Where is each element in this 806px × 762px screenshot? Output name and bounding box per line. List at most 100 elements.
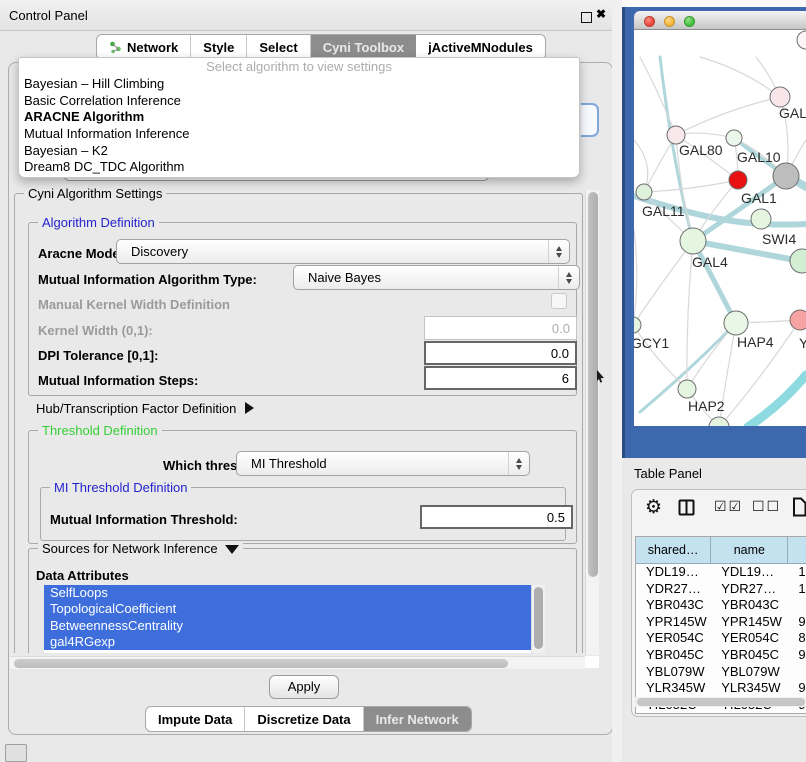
settings-horizontal-scrollbar[interactable]	[10, 656, 585, 669]
columns-icon[interactable]	[678, 499, 695, 519]
algorithm-option[interactable]: Mutual Information Inference	[19, 126, 579, 143]
algorithm-option[interactable]: Bayesian – K2	[19, 143, 579, 160]
dpi-tolerance-label: DPI Tolerance [0,1]:	[38, 348, 158, 363]
mi-steps-label: Mutual Information Steps:	[38, 373, 198, 388]
tab-network[interactable]: Network	[97, 35, 191, 59]
mi-threshold-field[interactable]: 0.5	[420, 505, 573, 529]
table-row[interactable]: YDR27…YDR27…12	[636, 581, 806, 598]
select-all-checkboxes-icon[interactable]: ☑☑	[714, 499, 743, 515]
manual-kernel-checkbox[interactable]	[551, 293, 567, 309]
dpi-tolerance-field[interactable]: 0.0	[424, 341, 577, 365]
sources-expander[interactable]: Sources for Network Inference	[38, 541, 243, 556]
node-label: HAP4	[737, 334, 774, 350]
table-row[interactable]: YPR145WYPR145W9.	[636, 614, 806, 631]
zoom-traffic-light-icon[interactable]	[684, 16, 695, 27]
tab-label: Style	[203, 40, 234, 55]
column-header-1[interactable]: name	[711, 537, 788, 563]
apply-button[interactable]: Apply	[269, 675, 339, 699]
network-node[interactable]	[678, 380, 696, 398]
network-edge[interactable]	[640, 57, 676, 135]
tab-label: Network	[127, 40, 178, 55]
network-window-titlebar[interactable]	[634, 11, 806, 30]
attributes-scrollbar[interactable]	[531, 585, 545, 653]
gear-icon[interactable]: ⚙	[645, 496, 662, 518]
bottom-left-panel-icon[interactable]	[5, 744, 27, 762]
network-node[interactable]	[770, 87, 790, 107]
network-node[interactable]	[726, 130, 742, 146]
table-cell: YLR345W	[636, 680, 711, 697]
tab-style[interactable]: Style	[191, 35, 247, 59]
column-header-2[interactable]: A	[788, 537, 806, 563]
tab-cyni-toolbox[interactable]: Cyni Toolbox	[311, 35, 416, 59]
algorithm-option[interactable]: ARACNE Algorithm	[19, 109, 579, 126]
table-horizontal-scrollbar[interactable]	[635, 697, 806, 707]
network-edge[interactable]	[700, 57, 780, 97]
attribute-list-item[interactable]: gal4RGexp	[44, 634, 545, 650]
document-icon[interactable]	[792, 497, 806, 520]
panel-divider[interactable]	[612, 0, 622, 762]
table-row[interactable]: YBL079WYBL079W	[636, 664, 806, 681]
aracne-mode-combo[interactable]: Discovery	[116, 239, 570, 264]
kernel-width-label: Kernel Width (0,1):	[38, 323, 153, 338]
network-node[interactable]	[751, 209, 771, 229]
mi-type-combo[interactable]: Naive Bayes	[293, 265, 580, 290]
table-row[interactable]: YDL19…YDL19…13	[636, 564, 806, 581]
kernel-width-field[interactable]: 0.0	[424, 316, 577, 340]
algorithm-option[interactable]: Dream8 DC_TDC Algorithm	[19, 159, 579, 176]
column-header-0[interactable]: shared…	[636, 537, 711, 563]
horizontal-scroll-thumb[interactable]	[14, 659, 508, 668]
table-row[interactable]: YBR043CYBR043C	[636, 597, 806, 614]
network-edge[interactable]	[634, 241, 693, 325]
node-label: GAL4	[692, 254, 728, 270]
mi-steps-field[interactable]: 6	[424, 366, 577, 390]
network-node[interactable]	[797, 31, 806, 49]
desktop-top-strip	[622, 0, 806, 7]
table-scroll-thumb[interactable]	[637, 698, 805, 706]
table-header-row: shared…nameA	[636, 537, 806, 564]
tab-infer-network[interactable]: Infer Network	[364, 707, 471, 731]
network-node[interactable]	[790, 310, 806, 330]
minimize-traffic-light-icon[interactable]	[664, 16, 675, 27]
mi-type-label: Mutual Information Algorithm Type:	[38, 272, 257, 287]
network-node[interactable]	[729, 171, 747, 189]
tab-discretize-data[interactable]: Discretize Data	[245, 707, 363, 731]
which-threshold-combo[interactable]: MI Threshold	[236, 451, 530, 476]
algorithm-option[interactable]: Basic Correlation Inference	[19, 93, 579, 110]
application-window: Control Panel ✖ NetworkStyleSelectCyni T…	[0, 0, 806, 762]
table-panel-titlebar: Table Panel	[622, 458, 806, 488]
tab-label: Select	[259, 40, 297, 55]
deselect-all-checkboxes-icon[interactable]: ☐☐	[752, 499, 781, 515]
network-node[interactable]	[724, 311, 748, 335]
algorithm-option[interactable]: Bayesian – Hill Climbing	[19, 76, 579, 93]
network-edge[interactable]	[748, 375, 806, 426]
network-node[interactable]	[790, 249, 806, 273]
close-panel-icon[interactable]: ✖	[596, 7, 606, 21]
table-body: YDL19…YDL19…13YDR27…YDR27…12YBR043CYBR04…	[636, 564, 806, 713]
table-row[interactable]: YLR345WYLR345W9.	[636, 680, 806, 697]
close-traffic-light-icon[interactable]	[644, 16, 655, 27]
node-label: GAL	[779, 105, 806, 121]
tab-select[interactable]: Select	[247, 35, 310, 59]
network-node[interactable]	[636, 184, 652, 200]
tab-impute-data[interactable]: Impute Data	[146, 707, 245, 731]
attribute-list-item[interactable]: SelfLoops	[44, 585, 545, 601]
attribute-list-item[interactable]: BetweennessCentrality	[44, 618, 545, 634]
network-node[interactable]	[634, 317, 641, 333]
float-panel-icon[interactable]	[581, 12, 592, 23]
network-node[interactable]	[680, 228, 706, 254]
algorithm-combo-focus-edge[interactable]	[581, 103, 599, 137]
network-canvas[interactable]: GALGAL80GAL10GAL1GAL11SWI4GAL4GCY1HAP4YH…	[634, 30, 806, 426]
hub-definition-expander[interactable]: Hub/Transcription Factor Definition	[36, 401, 254, 416]
table-row[interactable]: YBR045CYBR045C9.	[636, 647, 806, 664]
settings-vertical-scrollbar[interactable]	[585, 190, 599, 655]
tab-jactivemnodules[interactable]: jActiveMNodules	[416, 35, 545, 59]
network-edge[interactable]	[634, 230, 637, 325]
network-edge[interactable]	[644, 135, 676, 192]
network-edge[interactable]	[644, 180, 738, 192]
data-attributes-list[interactable]: SelfLoopsTopologicalCoefficientBetweenne…	[44, 585, 545, 653]
table-row[interactable]: YER054CYER054C8.	[636, 630, 806, 647]
attribute-list-item[interactable]: TopologicalCoefficient	[44, 601, 545, 617]
data-attributes-label: Data Attributes	[36, 568, 129, 583]
network-node[interactable]	[773, 163, 799, 189]
network-edge[interactable]	[676, 97, 780, 135]
